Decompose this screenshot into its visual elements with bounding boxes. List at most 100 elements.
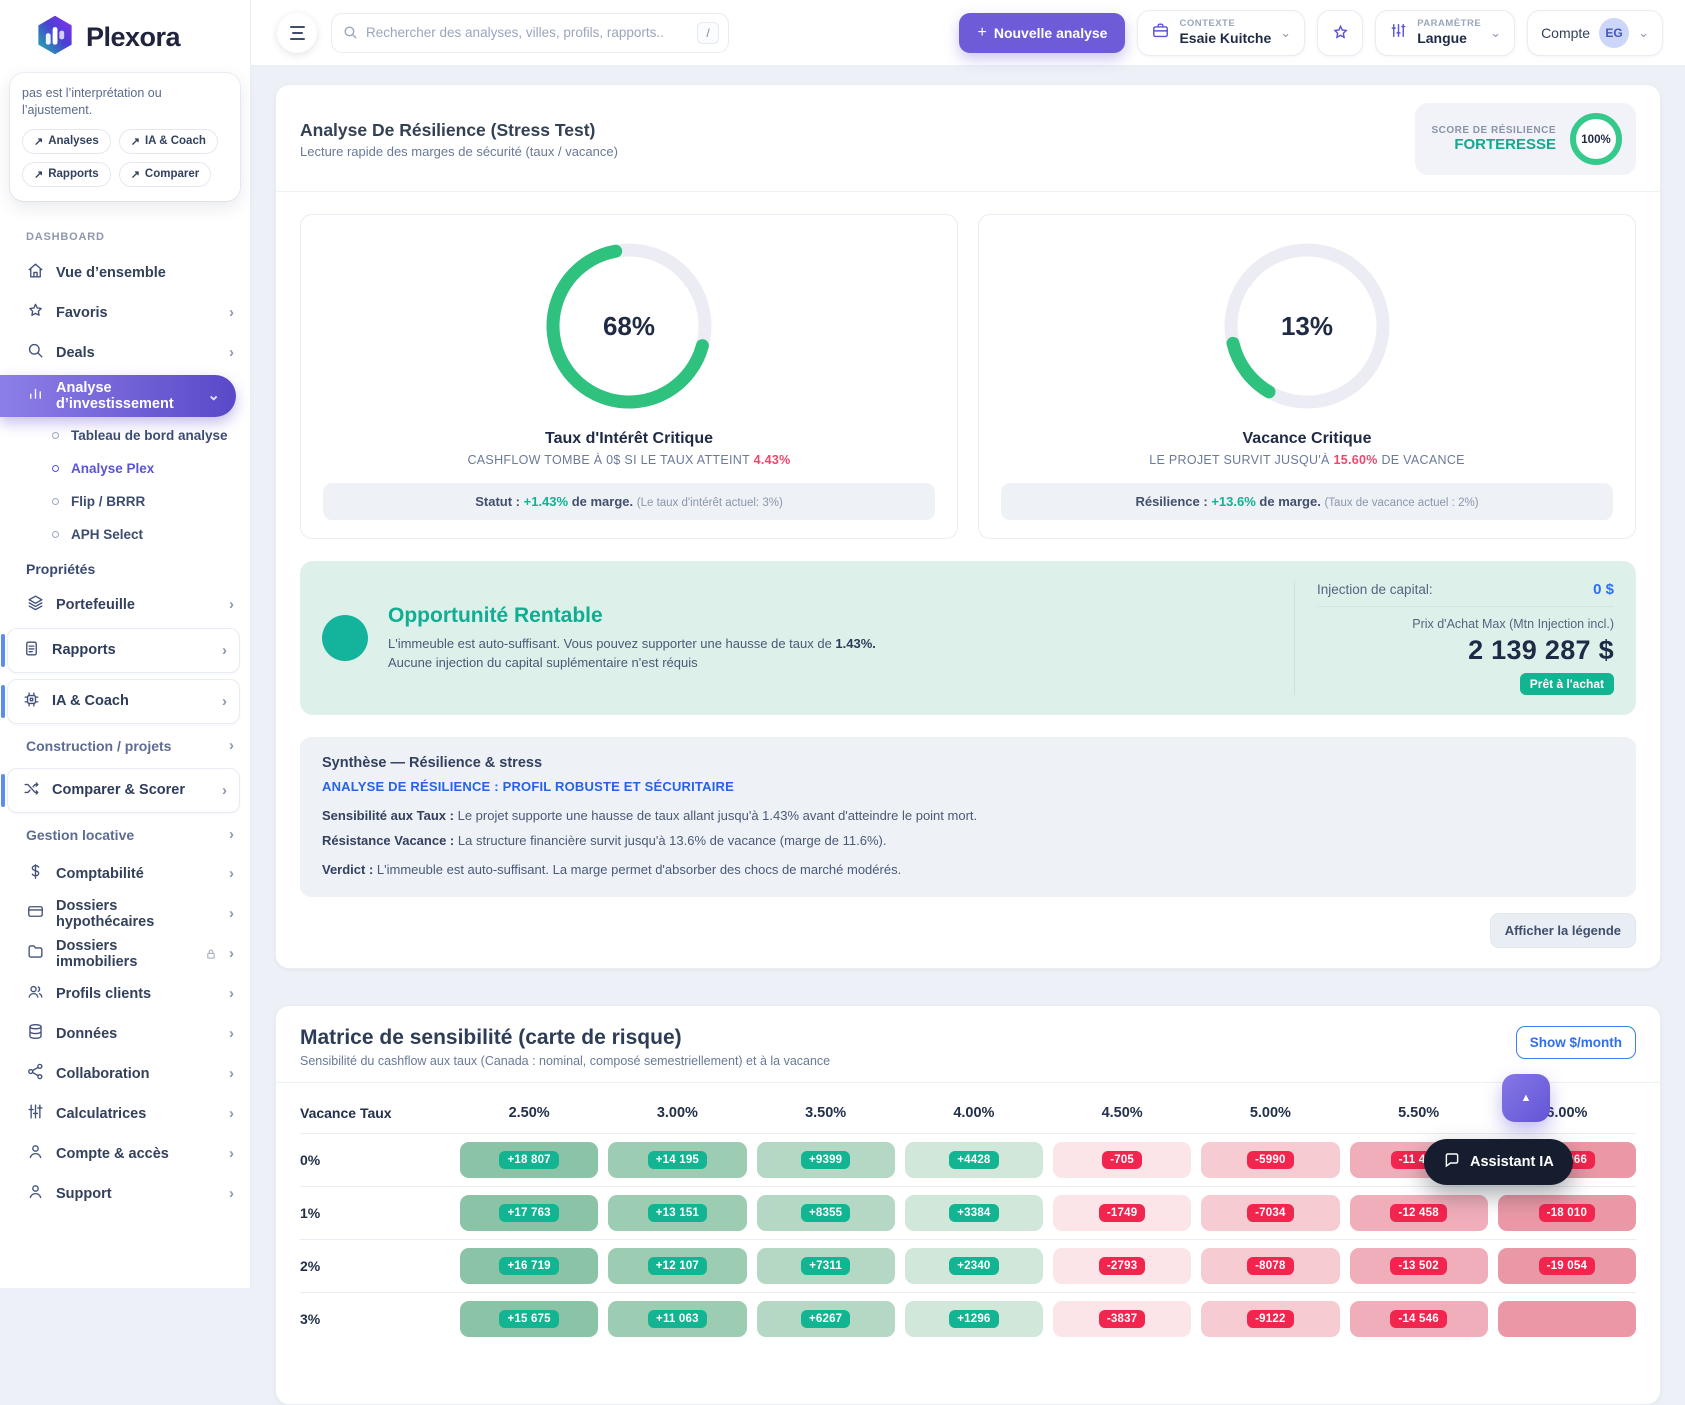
chevron-right-icon: › xyxy=(229,737,234,754)
sidebar-item-profils-clients[interactable]: Profils clients› xyxy=(0,974,250,1014)
matrix-cell: -19 054 xyxy=(1498,1248,1636,1284)
sidebar-item-favoris[interactable]: Favoris› xyxy=(0,293,250,333)
gauge-title: Taux d'Intérêt Critique xyxy=(323,430,935,448)
page-title: Analyse De Résilience (Stress Test) xyxy=(300,120,618,141)
max-purchase-price: 2 139 287 $ xyxy=(1317,635,1614,666)
sidebar-item-gestion-locative[interactable]: Gestion locative› xyxy=(0,816,250,854)
quick-link-comparer[interactable]: ↗Comparer xyxy=(119,162,212,187)
plus-icon: + xyxy=(977,24,986,42)
compte-acces-icon xyxy=(26,1142,45,1165)
sidebar-item-comptabilite[interactable]: Comptabilité› xyxy=(0,854,250,894)
sidebar-item-analyse-d-investissement[interactable]: Analyse d’investissement⌄ xyxy=(0,375,236,417)
bullet-icon xyxy=(52,465,59,472)
matrix-row-1: 1%+17 763+13 151+8355+3384-1749-7034-12 … xyxy=(300,1186,1636,1239)
matrix-cell: -13 502 xyxy=(1350,1248,1488,1284)
matrix-cell: +12 107 xyxy=(608,1248,746,1284)
matrix-row-label: 0% xyxy=(300,1152,450,1168)
resilience-score-badge: SCORE DE RÉSILIENCE FORTERESSE 100% xyxy=(1415,103,1636,175)
matrix-column-header: 4.50% xyxy=(1053,1105,1191,1121)
matrix-header-row: Vacance Taux2.50%3.00%3.50%4.00%4.50%5.0… xyxy=(300,1091,1636,1133)
ai-assistant-button[interactable]: Assistant IA xyxy=(1424,1139,1573,1185)
sidebar-item-aph-select[interactable]: APH Select xyxy=(0,518,250,551)
opportunity-financials: Injection de capital: 0 $ Prix d'Achat M… xyxy=(1294,581,1614,695)
chevron-right-icon: › xyxy=(222,782,227,799)
sidebar-item-collaboration[interactable]: Collaboration› xyxy=(0,1054,250,1094)
gauge-ring: 13% xyxy=(1218,237,1396,415)
logo[interactable]: Plexora xyxy=(0,0,250,71)
sidebar-item-rapports[interactable]: Rapports› xyxy=(7,628,240,673)
matrix-column-header: 2.50% xyxy=(460,1105,598,1121)
matrix-row-2: 2%+16 719+12 107+7311+2340-2793-8078-13 … xyxy=(300,1239,1636,1292)
quick-link-ia-coach[interactable]: ↗IA & Coach xyxy=(119,129,218,154)
chevron-right-icon: › xyxy=(229,597,234,612)
quick-link-rapports[interactable]: ↗Rapports xyxy=(22,162,111,187)
sidebar-item-analyse-plex[interactable]: Analyse Plex xyxy=(0,452,250,485)
sidebar-item-donnees[interactable]: Données› xyxy=(0,1014,250,1054)
score-ring: 100% xyxy=(1568,111,1624,167)
matrix-cell: +13 151 xyxy=(608,1195,746,1231)
matrix-column-header: 4.00% xyxy=(905,1105,1043,1121)
sidebar-item-calculatrices[interactable]: Calculatrices› xyxy=(0,1094,250,1134)
arrow-up-right-icon: ↗ xyxy=(34,168,43,181)
chevron-right-icon: › xyxy=(222,642,227,659)
chevron-right-icon: › xyxy=(229,1186,234,1201)
support-icon xyxy=(26,1182,45,1205)
matrix-cell: -5990 xyxy=(1201,1142,1339,1178)
matrix-cell: +8355 xyxy=(757,1195,895,1231)
account-menu[interactable]: Compte EG ⌄ xyxy=(1527,10,1663,56)
sidebar-item-support[interactable]: Support› xyxy=(0,1174,250,1214)
show-legend-button[interactable]: Afficher la légende xyxy=(1490,913,1636,948)
new-analysis-button[interactable]: + Nouvelle analyse xyxy=(959,13,1125,53)
rapports-icon xyxy=(22,639,41,662)
show-monthly-toggle[interactable]: Show $/month xyxy=(1516,1026,1636,1059)
matrix-cell: +18 807 xyxy=(460,1142,598,1178)
sidebar-item-vue-d-ensemble[interactable]: Vue d’ensemble xyxy=(0,253,250,293)
language-selector[interactable]: PARAMÈTRE Langue ⌄ xyxy=(1375,10,1515,56)
sidebar-item-compte-acces[interactable]: Compte & accès› xyxy=(0,1134,250,1174)
arrow-up-right-icon: ↗ xyxy=(131,135,140,148)
search-shortcut-key: / xyxy=(697,22,719,44)
scroll-top-button[interactable]: ▲ xyxy=(1502,1074,1550,1122)
chevron-right-icon: › xyxy=(229,345,234,360)
gauge-subtitle: CASHFLOW TOMBE À 0$ SI LE TAUX ATTEINT 4… xyxy=(323,453,935,467)
matrix-cell: +16 719 xyxy=(460,1248,598,1284)
sidebar-item-deals[interactable]: Deals› xyxy=(0,333,250,373)
hamburger-icon xyxy=(290,26,305,28)
sidebar-item-construction-projets[interactable]: Construction / projets› xyxy=(0,727,250,765)
matrix-corner-label: Vacance Taux xyxy=(300,1105,450,1121)
opportunity-title: Opportunité Rentable xyxy=(388,604,1274,628)
sidebar-item-tableau-de-bord-analyse[interactable]: Tableau de bord analyse xyxy=(0,419,250,452)
sidebar-item-flip-brrr[interactable]: Flip / BRRR xyxy=(0,485,250,518)
favoris-icon xyxy=(26,301,45,324)
favorites-button[interactable] xyxy=(1317,10,1363,56)
gauge-ring: 68% xyxy=(540,237,718,415)
sidebar-item-portefeuille[interactable]: Portefeuille› xyxy=(0,585,250,625)
chevron-down-icon: ⌄ xyxy=(1280,25,1291,41)
sidebar-item-ia-coach[interactable]: IA & Coach› xyxy=(7,679,240,724)
sidebar-item-comparer-scorer[interactable]: Comparer & Scorer› xyxy=(7,768,240,813)
sidebar-item-dossiers-hypothecaires[interactable]: Dossiers hypothécaires› xyxy=(0,894,250,934)
sidebar-item-dossiers-immobiliers[interactable]: Dossiers immobiliers› xyxy=(0,934,250,974)
chevron-right-icon: › xyxy=(229,1066,234,1081)
search-input[interactable] xyxy=(331,13,729,53)
vue-d-ensemble-icon xyxy=(26,261,45,284)
sidebar: Plexora pas est l’interprétation ou l’aj… xyxy=(0,0,251,1288)
chevron-right-icon: › xyxy=(229,946,234,961)
profils-clients-icon xyxy=(26,982,45,1005)
account-label: Compte xyxy=(1541,25,1590,41)
matrix-cell: +14 195 xyxy=(608,1142,746,1178)
matrix-cell: +1296 xyxy=(905,1301,1043,1337)
quick-link-analyses[interactable]: ↗Analyses xyxy=(22,129,111,154)
main-content: Analyse De Résilience (Stress Test) Lect… xyxy=(251,65,1685,1405)
matrix-cell: +15 675 xyxy=(460,1301,598,1337)
matrix-cell: +2340 xyxy=(905,1248,1043,1284)
resilience-card: Analyse De Résilience (Stress Test) Lect… xyxy=(275,84,1661,969)
portefeuille-icon xyxy=(26,593,45,616)
arrow-up-icon: ▲ xyxy=(1521,1092,1532,1104)
context-selector[interactable]: CONTEXTE Esaie Kuitche ⌄ xyxy=(1137,10,1305,56)
matrix-cell: +11 063 xyxy=(608,1301,746,1337)
sensitivity-matrix-table: Vacance Taux2.50%3.00%3.50%4.00%4.50%5.0… xyxy=(276,1083,1660,1345)
matrix-cell: -14 546 xyxy=(1350,1301,1488,1337)
matrix-cell: +4428 xyxy=(905,1142,1043,1178)
menu-toggle-button[interactable] xyxy=(277,13,317,53)
